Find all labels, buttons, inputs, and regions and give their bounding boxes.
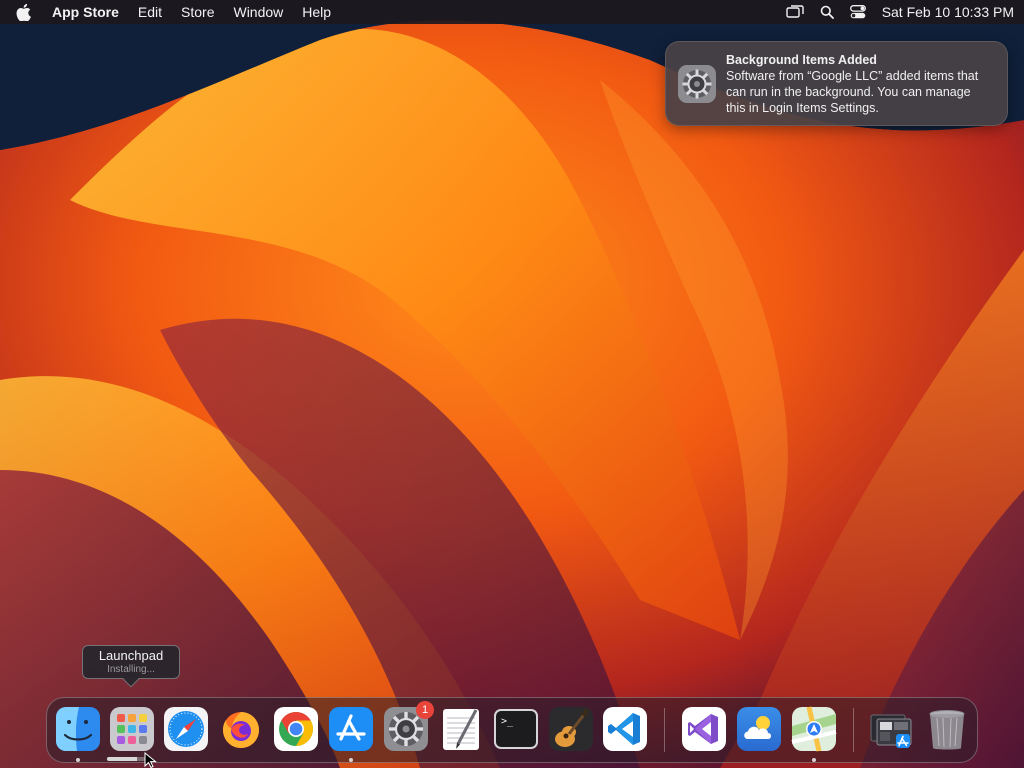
dock-item-garageband[interactable] (548, 706, 594, 752)
tooltip-title: Launchpad (98, 648, 164, 663)
notification-title: Background Items Added (726, 53, 877, 67)
dock-item-vscode[interactable] (602, 706, 648, 752)
maps-running-indicator (812, 758, 816, 762)
finder-running-indicator (76, 758, 80, 762)
safari-icon (164, 707, 208, 751)
dock-item-app-store[interactable] (328, 706, 374, 752)
launchpad-icon (110, 707, 154, 751)
dock-item-chrome[interactable] (273, 706, 319, 752)
menu-app-name[interactable]: App Store (52, 4, 119, 20)
dock-item-firefox[interactable] (218, 706, 264, 752)
apple-logo-icon[interactable] (16, 3, 38, 21)
dock-item-launchpad[interactable] (109, 706, 155, 752)
menu-edit[interactable]: Edit (138, 4, 162, 20)
screen-mirroring-icon[interactable] (785, 5, 804, 19)
background-items-notification[interactable]: Background Items Added Software from “Go… (665, 41, 1008, 126)
control-center-icon[interactable] (849, 5, 866, 19)
dock-item-terminal[interactable]: >_ (493, 706, 539, 752)
garageband-icon (549, 707, 593, 751)
maps-icon (791, 706, 837, 752)
dock-item-visual-studio[interactable] (681, 706, 727, 752)
app-store-icon (329, 707, 373, 751)
svg-text:>_: >_ (501, 716, 514, 727)
trash-icon (929, 710, 965, 750)
dock-item-finder[interactable] (55, 706, 101, 752)
firefox-icon (223, 712, 259, 748)
notification-body: Software from “Google LLC” added items t… (726, 69, 979, 115)
downloads-stack-icon (870, 714, 912, 748)
dock-item-textedit[interactable] (438, 706, 484, 752)
system-settings-gear-icon (678, 65, 716, 103)
launchpad-install-progress-fill (107, 757, 138, 761)
dock-item-trash[interactable] (924, 706, 970, 752)
launchpad-tooltip: Launchpad Installing... (82, 645, 180, 688)
finder-icon (56, 707, 100, 751)
dock-separator (853, 708, 854, 752)
menu-help[interactable]: Help (302, 4, 331, 20)
menu-store[interactable]: Store (181, 4, 214, 20)
dock-item-maps[interactable] (791, 706, 837, 752)
dock-item-weather[interactable] (736, 706, 782, 752)
notification-badge: 1 (416, 701, 434, 719)
launchpad-install-progress (107, 757, 145, 761)
vscode-icon (603, 707, 647, 751)
menu-bar-clock[interactable]: Sat Feb 10 10:33 PM (882, 4, 1014, 20)
dock-item-system-settings[interactable]: 1 (383, 701, 434, 752)
menu-bar: App Store Edit Store Window Help Sat Feb… (0, 0, 1024, 24)
chrome-icon (274, 707, 318, 751)
mouse-pointer-icon (144, 751, 158, 768)
dock-separator (664, 708, 665, 752)
weather-icon (737, 707, 781, 751)
spotlight-search-icon[interactable] (820, 5, 834, 19)
dock: 1 >_ (46, 697, 978, 763)
menu-window[interactable]: Window (233, 4, 283, 20)
dock-item-safari[interactable] (163, 706, 209, 752)
app-store-running-indicator (349, 758, 353, 762)
textedit-icon (443, 709, 479, 750)
dock-item-downloads-stack[interactable] (869, 706, 915, 752)
terminal-icon: >_ (494, 709, 538, 749)
visual-studio-icon (682, 707, 726, 751)
